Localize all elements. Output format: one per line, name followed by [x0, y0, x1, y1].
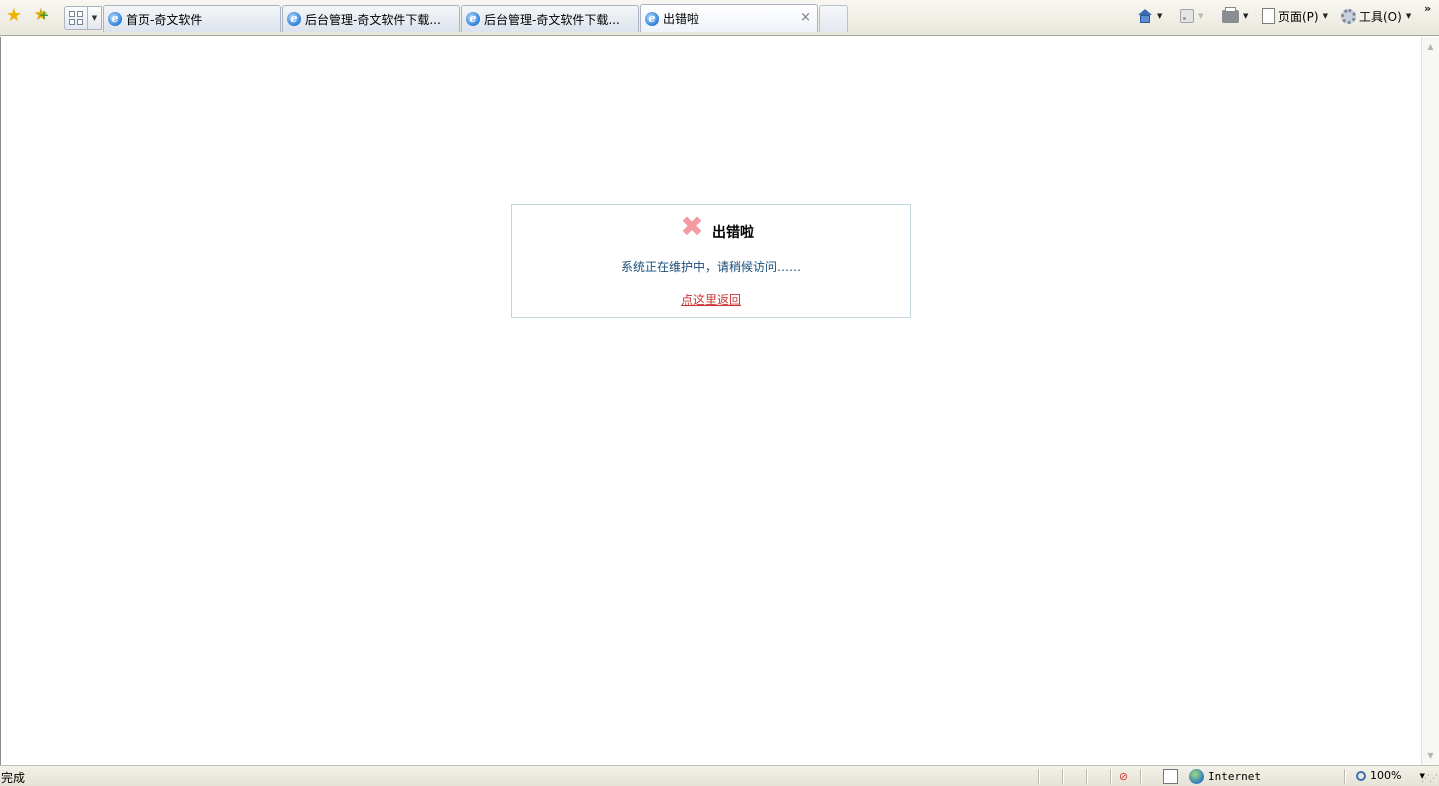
status-divider [1344, 769, 1346, 784]
tab-title: 首页-奇文软件 [126, 12, 203, 27]
chevron-more-icon[interactable]: » [1424, 2, 1431, 15]
page-menu-label: 页面(P) [1278, 9, 1319, 24]
status-divider [1110, 769, 1112, 784]
ie-icon: e [466, 12, 480, 26]
resize-grip-icon[interactable]: ⋰⋰ [1421, 774, 1438, 784]
page-content: ✖ 出错啦 系统正在维护中，请稍候访问…… 点这里返回 [0, 37, 1421, 765]
error-message: 系统正在维护中，请稍候访问…… [620, 260, 801, 274]
tab-list-dropdown-button[interactable]: ▼ [88, 6, 102, 30]
tab-title: 后台管理-奇文软件下载... [305, 12, 441, 27]
star-icon[interactable]: ★ [4, 5, 24, 26]
ie-icon: e [108, 12, 122, 26]
tools-menu-button[interactable]: 工具(O) ▼ [1341, 7, 1411, 25]
tab-admin-2[interactable]: e 后台管理-奇文软件下载... [461, 5, 639, 32]
error-title: 出错啦 [712, 225, 754, 241]
home-icon [1137, 9, 1153, 23]
security-zone: Internet [1208, 770, 1261, 783]
back-link-row: 点这里返回 [512, 291, 910, 308]
tab-title: 出错啦 [663, 12, 700, 26]
quick-tabs-icon[interactable] [64, 6, 88, 30]
tab-admin-1[interactable]: e 后台管理-奇文软件下载... [282, 5, 460, 32]
page-dropdown-icon: ▼ [1322, 12, 1328, 20]
browser-toolbar: ★ ★ + ▼ e 首页-奇文软件 e 后台管理-奇文软件下载... e 后台管理… [0, 0, 1439, 36]
zoom-control[interactable]: 100% ▼ [1356, 769, 1425, 782]
feed-icon [1180, 9, 1194, 23]
gear-icon [1341, 8, 1356, 24]
status-divider [1062, 769, 1064, 784]
feeds-button[interactable]: ▼ [1180, 7, 1203, 25]
status-divider [1086, 769, 1088, 784]
tab-error-active[interactable]: e 出错啦 × [640, 4, 818, 32]
ie-icon: e [287, 12, 301, 26]
status-bar: 完成 ⊘ Internet 100% ▼ ⋰⋰ [0, 765, 1439, 786]
globe-icon [1189, 769, 1204, 784]
tab-close-icon[interactable]: × [800, 10, 811, 25]
page-icon [1262, 8, 1275, 24]
new-tab-button[interactable] [819, 5, 848, 32]
feeds-dropdown-icon[interactable]: ▼ [1198, 12, 1203, 20]
error-x-icon: ✖ [680, 210, 704, 243]
status-divider [1140, 769, 1142, 784]
scroll-up-icon[interactable]: ▲ [1422, 38, 1439, 55]
page-menu-button[interactable]: 页面(P) ▼ [1262, 7, 1328, 25]
add-favorite-icon[interactable]: ★ + [30, 5, 52, 25]
status-text: 完成 [1, 771, 26, 785]
error-box: ✖ 出错啦 系统正在维护中，请稍候访问…… 点这里返回 [511, 204, 911, 318]
tab-home[interactable]: e 首页-奇文软件 [103, 5, 281, 32]
privacy-icon[interactable]: ⊘ [1116, 769, 1131, 784]
status-divider [1038, 769, 1040, 784]
zoom-level: 100% [1370, 769, 1402, 782]
tools-dropdown-icon: ▼ [1405, 12, 1412, 20]
print-dropdown-icon[interactable]: ▼ [1243, 12, 1248, 20]
home-button[interactable]: ▼ [1137, 7, 1162, 25]
tab-title: 后台管理-奇文软件下载... [484, 12, 620, 27]
print-button[interactable]: ▼ [1222, 6, 1248, 25]
scroll-down-icon[interactable]: ▼ [1422, 747, 1439, 764]
home-dropdown-icon[interactable]: ▼ [1157, 12, 1162, 20]
tools-menu-label: 工具(O) [1359, 9, 1402, 24]
back-link[interactable]: 点这里返回 [681, 293, 741, 307]
ie-icon: e [645, 11, 659, 26]
zoom-icon [1356, 770, 1366, 781]
printer-icon [1222, 6, 1239, 23]
vertical-scrollbar[interactable]: ▲ ▼ [1421, 37, 1439, 765]
popup-blocker-icon[interactable] [1163, 769, 1178, 784]
